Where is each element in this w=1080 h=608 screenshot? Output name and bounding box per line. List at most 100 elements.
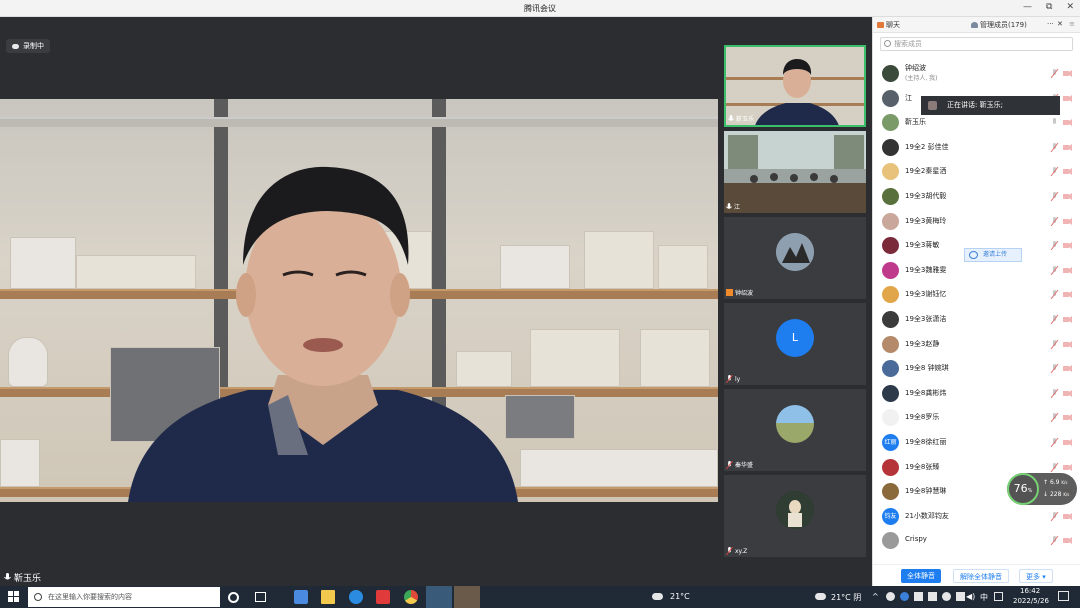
video-tile[interactable]: 靳玉乐 — [724, 45, 866, 127]
cortana-icon[interactable] — [228, 592, 239, 603]
member-row[interactable]: 19全2秦星洒 — [873, 159, 1080, 183]
tray-icon[interactable] — [900, 592, 909, 601]
weather-status[interactable]: 21°C 阴 — [831, 592, 861, 603]
camera-icon[interactable] — [1063, 340, 1072, 349]
camera-icon[interactable] — [1063, 315, 1072, 324]
tray-expand-icon[interactable]: ^ — [872, 592, 879, 601]
network-speed-widget[interactable]: 76% ↑ 6.9 K/s ↓ 228 K/s — [1007, 473, 1077, 505]
microphone-muted-icon[interactable] — [1050, 462, 1059, 472]
camera-icon[interactable] — [1063, 512, 1072, 521]
camera-icon[interactable] — [1063, 266, 1072, 275]
restore-button[interactable]: ⧉ — [1046, 2, 1052, 12]
camera-icon[interactable] — [1063, 118, 1072, 127]
chrome-icon[interactable] — [404, 590, 418, 604]
member-row[interactable]: 红丽 19全8徐红丽 — [873, 430, 1080, 454]
microphone-muted-icon[interactable] — [1050, 192, 1059, 201]
camera-icon[interactable] — [1063, 94, 1072, 103]
microphone-muted-icon[interactable] — [1050, 364, 1059, 374]
member-row[interactable]: Crispy — [873, 528, 1080, 552]
member-search-input[interactable]: 搜索成员 — [880, 37, 1073, 51]
app-icon[interactable] — [294, 590, 308, 604]
member-row[interactable]: 19全3胡代毅 — [873, 184, 1080, 208]
input-method-icon[interactable] — [994, 592, 1003, 601]
microphone-muted-icon[interactable] — [1050, 315, 1059, 324]
battery-icon[interactable] — [956, 592, 965, 601]
microphone-muted-icon[interactable] — [1050, 438, 1059, 447]
camera-icon[interactable] — [1063, 536, 1072, 545]
camera-icon[interactable] — [1063, 217, 1072, 226]
microphone-muted-icon[interactable] — [1050, 388, 1059, 398]
video-tile[interactable]: L ly — [724, 303, 866, 385]
clock-date[interactable]: 2022/5/26 — [1013, 597, 1049, 605]
microphone-muted-icon[interactable] — [1050, 216, 1059, 226]
tile-name: 钟绍波 — [735, 290, 754, 297]
tray-icon[interactable] — [942, 592, 951, 601]
tab-members[interactable]: 管理成员(179) — [971, 20, 1027, 30]
camera-icon[interactable] — [1063, 167, 1072, 176]
member-row[interactable]: 19全8 钟婉琪 — [873, 356, 1080, 380]
more-options-button[interactable]: ··· — [1047, 20, 1054, 28]
tray-icon[interactable] — [928, 592, 937, 601]
file-explorer-icon[interactable] — [321, 590, 335, 604]
wps-icon[interactable] — [376, 590, 390, 604]
taskbar-search-input[interactable]: 在这里输入你要搜索的内容 — [28, 587, 220, 607]
member-row[interactable]: 19全2 彭佳佳 — [873, 135, 1080, 159]
member-row[interactable]: 19全3赵静 — [873, 332, 1080, 356]
volume-icon[interactable]: ◀) — [966, 592, 975, 601]
camera-icon[interactable] — [1063, 192, 1072, 201]
microphone-muted-icon[interactable] — [1050, 339, 1059, 349]
member-row[interactable]: 19全8罗乐 — [873, 405, 1080, 429]
member-row[interactable]: 钟绍波 (主持人, 我) — [873, 61, 1080, 85]
camera-icon[interactable] — [1063, 143, 1072, 152]
member-row[interactable]: 钧友 21小数邓钧友 — [873, 504, 1080, 528]
microphone-muted-icon[interactable] — [1050, 142, 1059, 152]
microphone-icon[interactable] — [1050, 118, 1059, 127]
camera-icon[interactable] — [1063, 241, 1072, 250]
microphone-muted-icon[interactable] — [1050, 536, 1059, 546]
notification-icon[interactable] — [1058, 591, 1069, 601]
edge-icon[interactable] — [349, 590, 363, 604]
menu-icon[interactable]: ≡ — [1069, 20, 1075, 28]
microphone-muted-icon[interactable] — [1050, 167, 1059, 177]
ime-indicator[interactable]: 中 — [980, 592, 988, 603]
microphone-muted-icon[interactable] — [1050, 511, 1059, 521]
share-upload-button[interactable]: 邀请上传 — [964, 248, 1022, 262]
task-view-icon[interactable] — [255, 592, 266, 602]
recording-indicator[interactable]: 录制中 — [6, 39, 50, 53]
main-video[interactable] — [0, 99, 718, 502]
panel-close-button[interactable]: ✕ — [1057, 20, 1063, 28]
member-row[interactable]: 19全8龚彬炜 — [873, 381, 1080, 405]
minimize-button[interactable]: — — [1023, 2, 1032, 12]
video-tile[interactable]: 钟绍波 — [724, 217, 866, 299]
camera-icon[interactable] — [1063, 438, 1072, 447]
tencent-meeting-icon[interactable] — [426, 586, 452, 608]
video-tile[interactable]: 江 — [724, 131, 866, 213]
tray-icon[interactable] — [886, 592, 895, 601]
close-button[interactable]: ✕ — [1066, 2, 1074, 12]
camera-icon[interactable] — [1063, 364, 1072, 373]
camera-icon[interactable] — [1063, 413, 1072, 422]
microphone-muted-icon[interactable] — [1050, 241, 1059, 251]
unmute-all-button[interactable]: 解除全体静音 — [953, 569, 1009, 583]
video-tile[interactable]: 秦华盛 — [724, 389, 866, 471]
mute-all-button[interactable]: 全体静音 — [901, 569, 941, 583]
app-icon[interactable] — [454, 586, 480, 608]
weather-temperature[interactable]: 21°C — [670, 592, 690, 601]
camera-icon[interactable] — [1063, 389, 1072, 398]
clock-time[interactable]: 16:42 — [1020, 587, 1040, 595]
windows-start-icon[interactable] — [7, 590, 21, 604]
microphone-muted-icon[interactable] — [1050, 413, 1059, 423]
camera-icon[interactable] — [1063, 290, 1072, 299]
video-tile[interactable]: xy.Z — [724, 475, 866, 557]
member-row[interactable]: 19全3黄梅玲 — [873, 209, 1080, 233]
tab-chat[interactable]: 聊天 — [877, 20, 900, 30]
tray-icon[interactable] — [914, 592, 923, 601]
microphone-muted-icon[interactable] — [1050, 265, 1059, 275]
camera-icon[interactable] — [1063, 69, 1072, 78]
microphone-muted-icon[interactable] — [1050, 69, 1059, 78]
camera-icon[interactable] — [1063, 463, 1072, 472]
member-row[interactable]: 19全3张潇洁 — [873, 307, 1080, 331]
more-button[interactable]: 更多 ▾ — [1019, 569, 1053, 583]
member-row[interactable]: 19全3谢钰忆 — [873, 282, 1080, 306]
microphone-muted-icon[interactable] — [1050, 290, 1059, 300]
